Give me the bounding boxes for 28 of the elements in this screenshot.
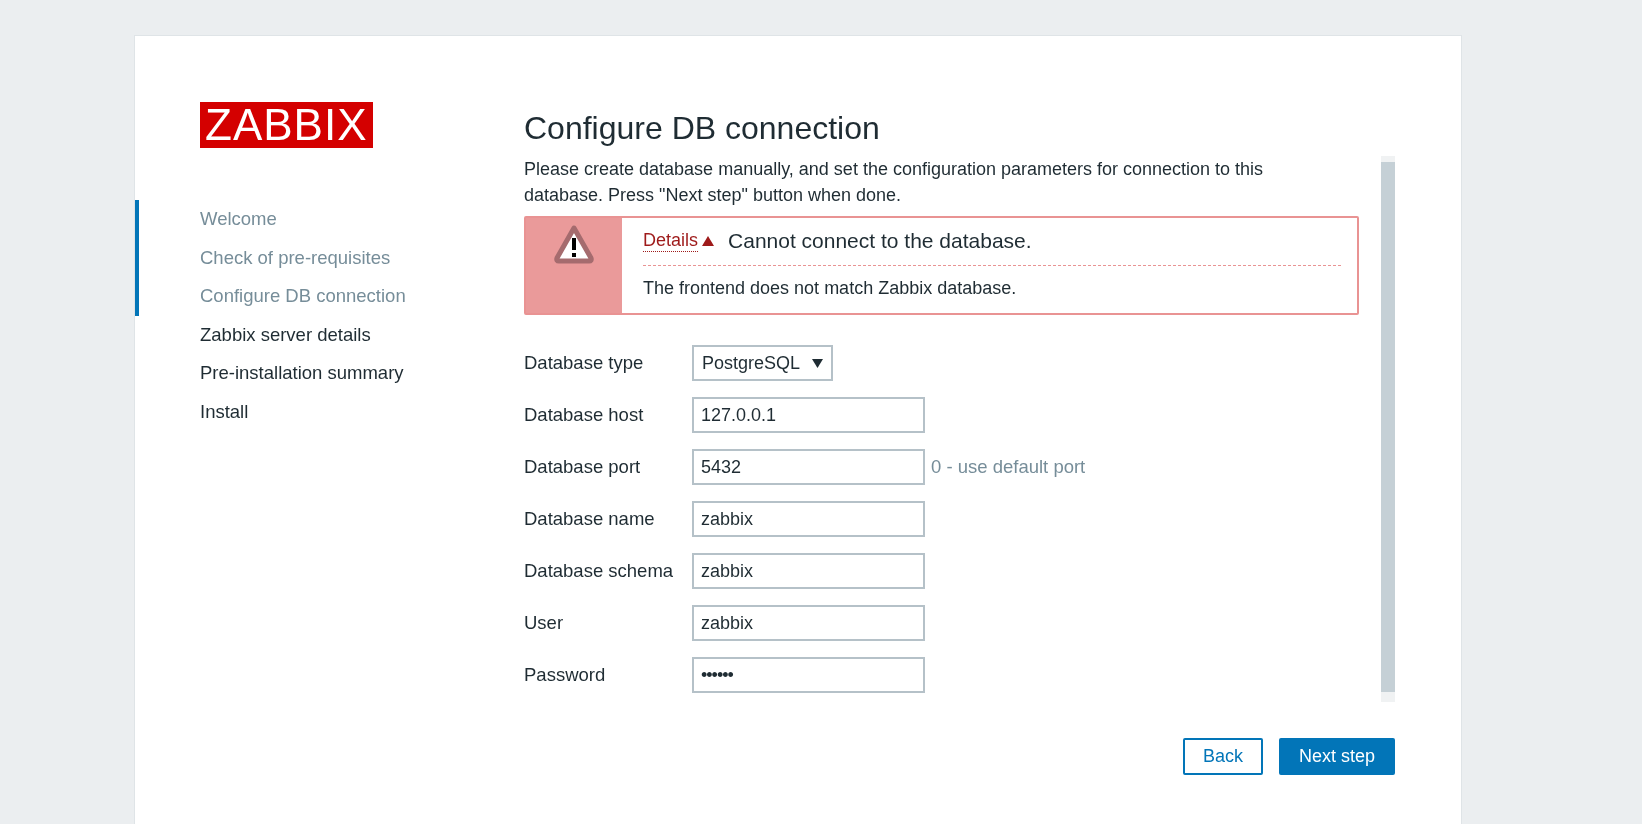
field-label: Database name	[524, 508, 656, 530]
input-field[interactable]: 127.0.0.1	[692, 397, 925, 433]
field-label: Password	[524, 664, 607, 686]
details-link[interactable]: Details	[643, 230, 699, 252]
warning-icon	[553, 224, 595, 264]
dropdown-arrow-icon	[812, 358, 824, 368]
field-hint: 0 - use default port	[931, 456, 1086, 478]
zabbix-logo: ZABBIX	[200, 102, 373, 148]
error-title: Cannot connect to the database.	[728, 229, 1032, 253]
field-label: Database type	[524, 352, 645, 374]
field-label: Database schema	[524, 560, 675, 582]
intro-text: Please create database manually, and set the configuration parameters for connection to this database. Press "Next step" button when done.	[524, 158, 1265, 207]
field-label: Database host	[524, 404, 645, 426]
next-step-button[interactable]: Next step	[1278, 738, 1395, 775]
input-field[interactable]: zabbix	[692, 501, 925, 537]
setup-step: Install	[135, 392, 524, 431]
setup-step: Zabbix server details	[135, 315, 524, 354]
back-button[interactable]: Back	[1182, 738, 1263, 775]
input-field[interactable]: zabbix	[692, 553, 925, 589]
setup-step: Pre-installation summary	[135, 354, 524, 393]
field-label: Database port	[524, 456, 642, 478]
select-field[interactable]: PostgreSQL	[692, 345, 834, 381]
input-field[interactable]: 5432	[692, 449, 925, 485]
input-field[interactable]: zabbix	[692, 605, 925, 641]
page-title: Configure DB connection	[524, 109, 881, 148]
field-label: User	[524, 612, 565, 634]
password-field[interactable]: ••••••	[692, 657, 925, 693]
error-detail: The frontend does not match Zabbix database.	[643, 278, 1018, 299]
